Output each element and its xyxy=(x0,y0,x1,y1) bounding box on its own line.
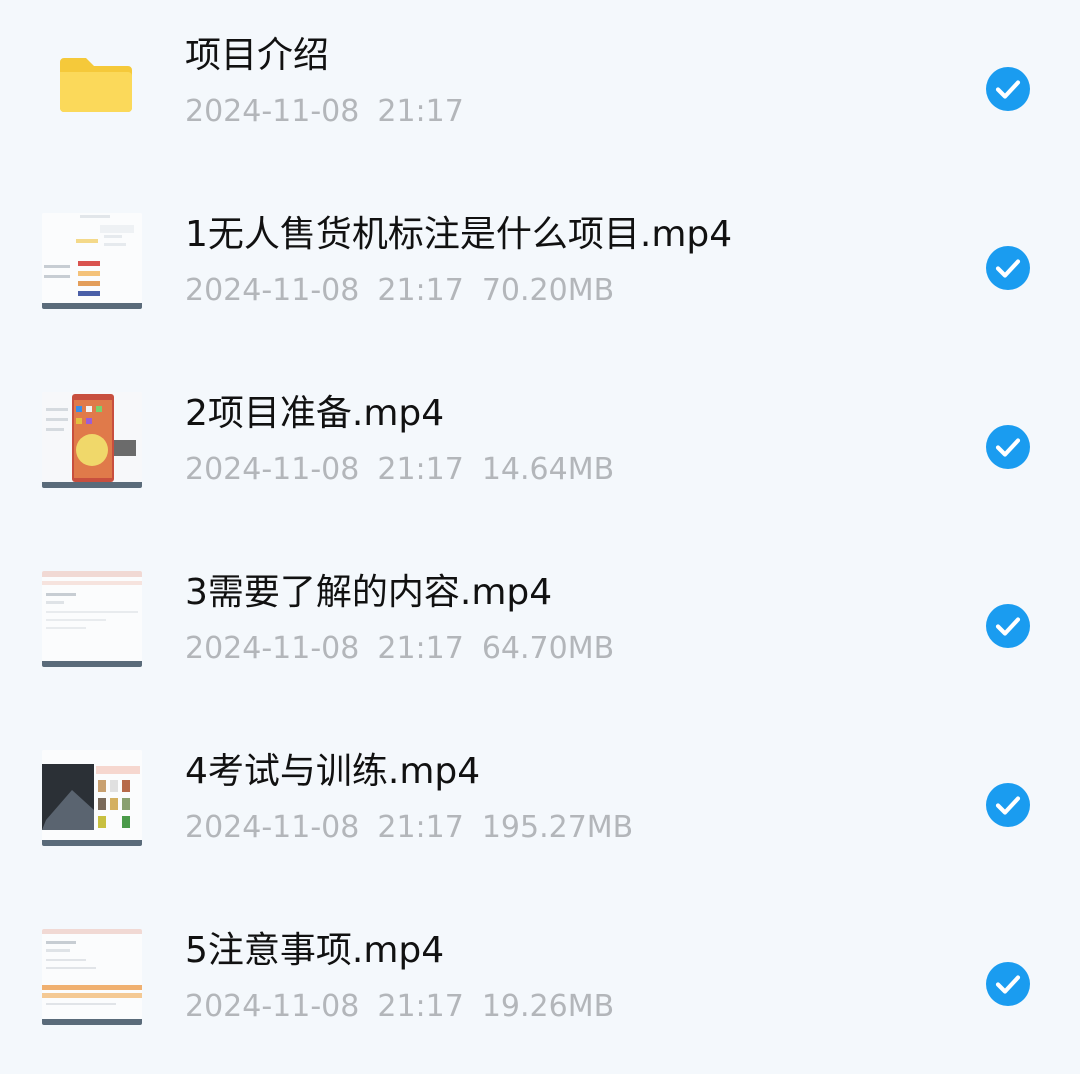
checked-icon[interactable] xyxy=(985,66,1031,112)
file-date: 2024-11-08 xyxy=(185,452,360,487)
file-name: 5注意事项.mp4 xyxy=(185,930,445,971)
file-meta: 2024-11-08 21:17 14.64MB xyxy=(185,450,632,490)
video-thumbnail xyxy=(42,213,142,309)
checked-icon[interactable] xyxy=(985,424,1031,470)
file-date: 2024-11-08 xyxy=(185,989,360,1024)
file-list: 项目介绍 2024-11-08 21:17 1无人售货机标注是什么项目.mp4 … xyxy=(0,0,1080,1070)
list-item-folder[interactable]: 项目介绍 2024-11-08 21:17 xyxy=(0,0,1080,179)
file-date: 2024-11-08 xyxy=(185,273,360,308)
file-date: 2024-11-08 xyxy=(185,94,360,129)
list-item-video[interactable]: 1无人售货机标注是什么项目.mp4 2024-11-08 21:17 70.20MB xyxy=(0,179,1080,358)
file-name: 1无人售货机标注是什么项目.mp4 xyxy=(185,214,733,255)
file-meta: 2024-11-08 21:17 64.70MB xyxy=(185,629,632,669)
file-time: 21:17 xyxy=(377,273,464,308)
video-thumbnail xyxy=(42,392,142,488)
video-thumbnail xyxy=(42,750,142,846)
video-thumbnail xyxy=(42,929,142,1025)
file-date: 2024-11-08 xyxy=(185,631,360,666)
file-size: 70.20MB xyxy=(481,273,615,308)
list-item-video[interactable]: 5注意事项.mp4 2024-11-08 21:17 19.26MB xyxy=(0,895,1080,1074)
file-time: 21:17 xyxy=(377,989,464,1024)
file-size: 19.26MB xyxy=(481,989,615,1024)
file-name: 3需要了解的内容.mp4 xyxy=(185,572,553,613)
file-time: 21:17 xyxy=(377,452,464,487)
file-time: 21:17 xyxy=(377,810,464,845)
file-size: 64.70MB xyxy=(481,631,615,666)
list-item-video[interactable]: 3需要了解的内容.mp4 2024-11-08 21:17 64.70MB xyxy=(0,537,1080,716)
folder-icon xyxy=(42,34,142,130)
file-name: 4考试与训练.mp4 xyxy=(185,751,481,792)
file-size: 14.64MB xyxy=(481,452,615,487)
file-name: 项目介绍 xyxy=(185,35,330,76)
checked-icon[interactable] xyxy=(985,782,1031,828)
list-item-video[interactable]: 4考试与训练.mp4 2024-11-08 21:17 195.27MB xyxy=(0,716,1080,895)
file-meta: 2024-11-08 21:17 xyxy=(185,92,482,132)
file-date: 2024-11-08 xyxy=(185,810,360,845)
file-name: 2项目准备.mp4 xyxy=(185,393,445,434)
file-meta: 2024-11-08 21:17 19.26MB xyxy=(185,987,632,1027)
video-thumbnail xyxy=(42,571,142,667)
file-meta: 2024-11-08 21:17 70.20MB xyxy=(185,271,632,311)
file-size: 195.27MB xyxy=(481,810,634,845)
file-time: 21:17 xyxy=(377,631,464,666)
file-time: 21:17 xyxy=(377,94,464,129)
checked-icon[interactable] xyxy=(985,245,1031,291)
checked-icon[interactable] xyxy=(985,603,1031,649)
checked-icon[interactable] xyxy=(985,961,1031,1007)
list-item-video[interactable]: 2项目准备.mp4 2024-11-08 21:17 14.64MB xyxy=(0,358,1080,537)
file-meta: 2024-11-08 21:17 195.27MB xyxy=(185,808,651,848)
